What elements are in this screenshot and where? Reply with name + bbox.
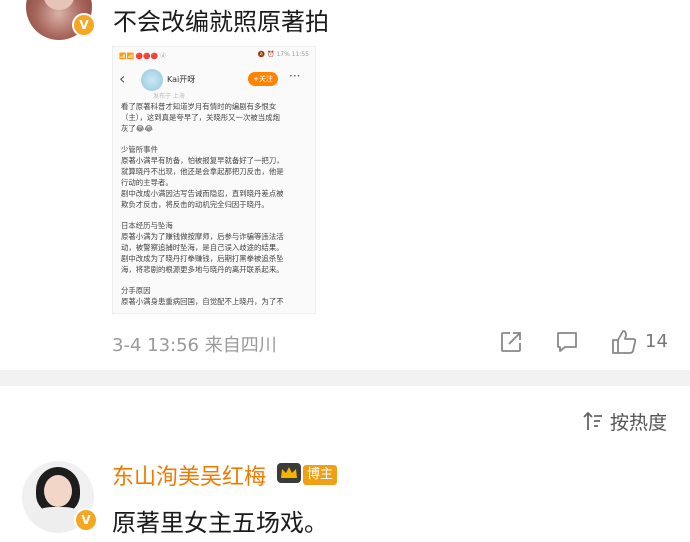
- author-avatar: [141, 69, 163, 91]
- post-body: 看了原著科普才知道岁月有情时的编剧有多恨女 （主），这到真是夸早了，关晓彤又一次…: [121, 101, 311, 307]
- post-line: 分手原因: [121, 286, 151, 295]
- verified-icon: V: [74, 508, 98, 532]
- status-left: 📶📶 🔴🔴🔴 ⓓ: [119, 53, 167, 60]
- role-badge: 博主: [303, 465, 338, 485]
- location: 来自四川: [204, 335, 277, 356]
- comment-meta: 3-4 13:56 来自四川: [112, 331, 277, 357]
- status-right: 🔕 ⏰ 17% 11:55: [257, 51, 309, 58]
- post-line: 日本经历与坠海: [121, 221, 173, 230]
- post-line: 行动的主导者。: [121, 178, 173, 187]
- username[interactable]: 东山洵美吴红梅: [112, 459, 266, 491]
- more-icon: ···: [289, 69, 301, 83]
- comment-image[interactable]: 📶📶 🔴🔴🔴 ⓓ 🔕 ⏰ 17% 11:55 ‹ Kai开呀 +关注 ··· 发…: [112, 46, 316, 314]
- post-line: 少管所事件: [121, 145, 158, 154]
- section-divider: [0, 370, 690, 386]
- timestamp: 3-4 13:56: [112, 335, 199, 356]
- crown-icon: [277, 463, 301, 483]
- post-line: 原著小满身患重病回国，自觉配不上晓丹，为了不: [121, 297, 284, 306]
- like-icon[interactable]: [610, 328, 638, 356]
- follow-button: +关注: [248, 72, 278, 86]
- post-line: 动，被警察追捕时坠海，是自己误入歧途的结果。: [121, 243, 284, 252]
- post-line: 灰了😂😂: [121, 124, 154, 133]
- post-line: 原著小满为了赚钱做按摩师，后参与诈骗等违法活: [121, 232, 284, 241]
- post-line: 剧中改成为了晓丹打拳赚钱，后期打黑拳被追杀坠: [121, 254, 284, 263]
- author-name: Kai开呀: [167, 75, 196, 84]
- back-icon: ‹: [119, 69, 126, 88]
- comment-text: 原著里女主五场戏。: [112, 509, 328, 537]
- post-line: （主），这到真是夸早了，关晓彤又一次被当成炮: [121, 113, 280, 122]
- comment-icon[interactable]: [555, 330, 579, 354]
- like-count: 14: [645, 331, 668, 352]
- post-line: 看了原著科普才知道岁月有情时的编剧有多恨女: [121, 102, 277, 111]
- phone-status-bar: 📶📶 🔴🔴🔴 ⓓ 🔕 ⏰ 17% 11:55: [119, 51, 309, 61]
- share-icon[interactable]: [500, 331, 522, 353]
- sort-icon[interactable]: [582, 410, 604, 432]
- post-meta: 发布于 上海: [153, 93, 185, 100]
- comment-text: 不会改编就照原著拍: [113, 8, 329, 36]
- post-line: 就算晓丹不出现，他还是会拿起那把刀反击，他是: [121, 167, 284, 176]
- post-line: 海，将悲剧的根源更多地与晓丹的离开联系起来。: [121, 265, 284, 274]
- post-line: 欺负才反击，将反击的动机完全归因于晓丹。: [121, 200, 269, 209]
- post-line: 剧中改成小满因沽写告诫而隐忍，直到晓丹差点被: [121, 189, 284, 198]
- verified-icon: V: [72, 13, 96, 37]
- sort-button[interactable]: 按热度: [610, 408, 667, 435]
- post-line: 原著小满早有防备，怕被报复早就备好了一把刀，: [121, 156, 284, 165]
